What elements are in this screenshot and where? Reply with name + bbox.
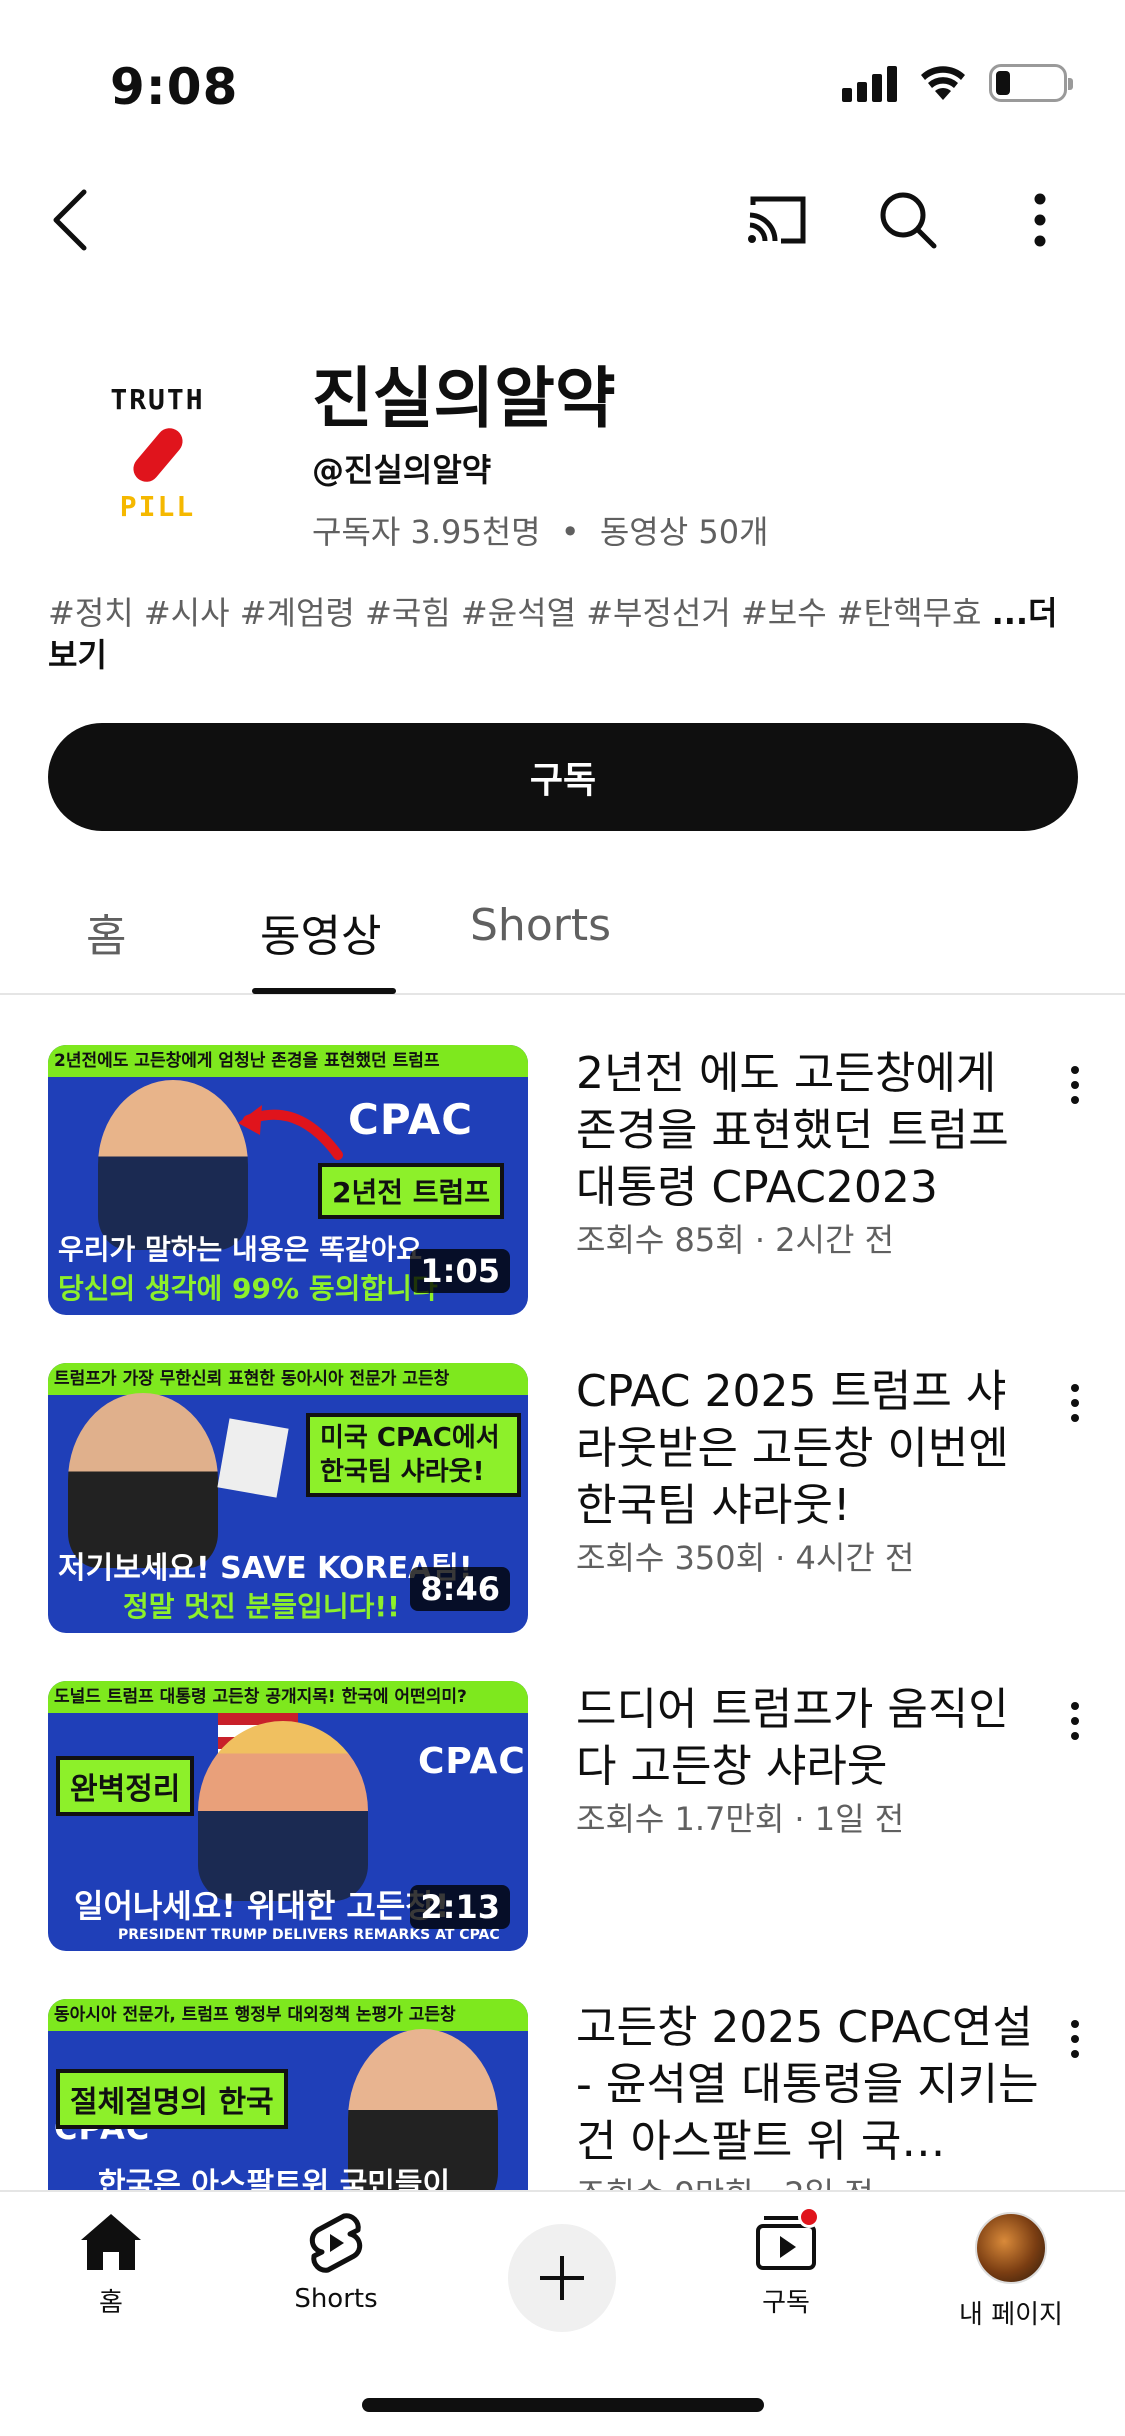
status-icons xyxy=(842,64,1073,102)
more-options-button[interactable] xyxy=(1000,180,1080,260)
video-thumbnail[interactable]: 2년전에도 고든창에게 엄청난 존경을 표현했던 트럼프 CPAC 2년전 트럼… xyxy=(48,1045,528,1315)
more-link[interactable]: ...더 xyxy=(992,594,1058,632)
shorts-icon xyxy=(309,2213,363,2273)
cast-icon xyxy=(748,196,806,244)
video-title[interactable]: CPAC 2025 트럼프 샤라웃받은 고든창 이번엔 한국팀 샤라웃! xyxy=(576,1363,1046,1534)
pill-icon xyxy=(127,422,188,487)
nav-my-page[interactable]: 내 페이지 xyxy=(921,2212,1101,2331)
video-meta: 조회수 9만회 · 2일 전 xyxy=(576,2169,874,2190)
channel-header: TRUTH PILL 진실의알약 @진실의알약 구독자 3.95천명 • 동영상… xyxy=(0,335,1125,565)
video-item[interactable]: 도널드 트럼프 대통령 고든창 공개지목! 한국에 어떤의미? CPAC 완벽정… xyxy=(0,1681,1125,1981)
cast-button[interactable] xyxy=(737,180,817,260)
wifi-icon xyxy=(921,66,965,100)
thumbnail-person xyxy=(98,1080,248,1250)
subscribe-button[interactable]: 구독 xyxy=(48,723,1078,831)
thumbnail-banner: 동아시아 전문가, 트럼프 행정부 대외정책 논평가 고든창 xyxy=(48,1999,528,2031)
thumbnail-caption: 정말 멋진 분들입니다!! xyxy=(123,1590,400,1623)
video-more-button[interactable] xyxy=(1055,1373,1095,1433)
status-time: 9:08 xyxy=(110,58,239,116)
video-meta: 조회수 85회 · 2시간 전 xyxy=(576,1221,895,1259)
more-link-continued[interactable]: 보기 xyxy=(48,636,107,674)
video-title[interactable]: 드디어 트럼프가 움직인다 고든창 샤라웃 xyxy=(576,1681,1046,1795)
video-count: 동영상 50개 xyxy=(599,513,769,551)
tab-home[interactable]: 홈 xyxy=(86,900,126,964)
status-bar: 9:08 xyxy=(0,0,1125,150)
video-more-button[interactable] xyxy=(1055,1691,1095,1751)
video-more-button[interactable] xyxy=(1055,2009,1095,2069)
thumbnail-label: 미국 CPAC에서 한국팀 샤라웃! xyxy=(306,1413,521,1497)
nav-label: 구독 xyxy=(762,2288,810,2318)
thumbnail-label: 완벽정리 xyxy=(56,1756,195,1816)
video-item[interactable]: 동아시아 전문가, 트럼프 행정부 대외정책 논평가 고든창 CPAC 절체절명… xyxy=(0,1999,1125,2190)
channel-stats: 구독자 3.95천명 • 동영상 50개 xyxy=(312,507,769,553)
notification-dot xyxy=(798,2206,820,2228)
back-button[interactable] xyxy=(30,180,110,260)
channel-tabs: 홈 동영상 Shorts xyxy=(0,880,1125,995)
video-thumbnail[interactable]: 트럼프가 가장 무한신뢰 표현한 동아시아 전문가 고든창 미국 CPAC에서 … xyxy=(48,1363,528,1633)
home-indicator xyxy=(362,2398,764,2412)
nav-label: 내 페이지 xyxy=(959,2300,1063,2330)
video-more-button[interactable] xyxy=(1055,1055,1095,1115)
top-app-bar xyxy=(0,170,1125,270)
battery-icon xyxy=(989,64,1073,102)
video-meta: 조회수 350회 · 4시간 전 xyxy=(576,1539,915,1577)
nav-shorts[interactable]: Shorts xyxy=(246,2212,426,2314)
thumbnail-person xyxy=(198,1721,368,1901)
nav-label: Shorts xyxy=(294,2284,378,2314)
search-button[interactable] xyxy=(868,180,948,260)
thumbnail-logo-text: CPAC xyxy=(418,1741,526,1782)
thumbnail-paper xyxy=(217,1418,289,1498)
thumbnail-caption: 당신의 생각에 99% 동의합니다 xyxy=(58,1272,438,1305)
video-duration: 2:13 xyxy=(410,1885,510,1929)
cellular-signal-icon xyxy=(842,64,897,102)
video-title[interactable]: 2년전 에도 고든창에게 존경을 표현했던 트럼프 대통령 CPAC2023 xyxy=(576,1045,1046,1216)
thumbnail-label: 절체절명의 한국 xyxy=(56,2069,288,2129)
thumbnail-banner: 도널드 트럼프 대통령 고든창 공개지목! 한국에 어떤의미? xyxy=(48,1681,528,1713)
nav-label: 홈 xyxy=(99,2288,123,2318)
more-vertical-icon xyxy=(1034,193,1046,247)
tab-videos[interactable]: 동영상 xyxy=(260,900,381,964)
thumbnail-banner: 트럼프가 가장 무한신뢰 표현한 동아시아 전문가 고든창 xyxy=(48,1363,528,1395)
channel-avatar[interactable]: TRUTH PILL xyxy=(70,365,245,540)
tab-shorts[interactable]: Shorts xyxy=(470,900,611,951)
thumbnail-caption: 우리가 말하는 내용은 똑같아요 xyxy=(58,1233,423,1266)
nav-home[interactable]: 홈 xyxy=(21,2212,201,2319)
plus-icon xyxy=(540,2256,584,2300)
video-duration: 1:05 xyxy=(410,1249,510,1293)
nav-subscriptions[interactable]: 구독 xyxy=(696,2206,876,2319)
avatar xyxy=(975,2212,1047,2284)
logo-text-top: TRUTH xyxy=(110,382,205,416)
video-thumbnail[interactable]: 동아시아 전문가, 트럼프 행정부 대외정책 논평가 고든창 CPAC 절체절명… xyxy=(48,1999,528,2190)
channel-description[interactable]: #정치 #시사 #계엄령 #국힘 #윤석열 #부정선거 #보수 #탄핵무효 ..… xyxy=(48,592,1078,676)
search-icon xyxy=(880,192,937,249)
thumbnail-logo-text: CPAC xyxy=(348,1095,474,1144)
video-duration: 8:46 xyxy=(410,1567,510,1611)
video-item[interactable]: 트럼프가 가장 무한신뢰 표현한 동아시아 전문가 고든창 미국 CPAC에서 … xyxy=(0,1363,1125,1663)
arrow-icon xyxy=(238,1105,343,1160)
subscriber-count: 구독자 3.95천명 xyxy=(312,513,541,551)
video-title[interactable]: 고든창 2025 CPAC연설 - 윤석열 대통령을 지키는건 아스팔트 위 국… xyxy=(576,1999,1046,2170)
home-icon xyxy=(81,2214,141,2270)
separator-dot: • xyxy=(560,513,580,551)
video-meta: 조회수 1.7만회 · 1일 전 xyxy=(576,1800,905,1838)
thumbnail-caption: 일어나세요! 위대한 고든창! xyxy=(74,1887,450,1925)
thumbnail-person xyxy=(68,1393,218,1568)
channel-handle: @진실의알약 xyxy=(312,451,492,489)
thumbnail-banner: 2년전에도 고든창에게 엄청난 존경을 표현했던 트럼프 xyxy=(48,1045,528,1077)
description-text: #정치 #시사 #계엄령 #국힘 #윤석열 #부정선거 #보수 #탄핵무효 xyxy=(48,594,992,632)
create-button[interactable] xyxy=(508,2224,616,2332)
chevron-left-icon xyxy=(53,189,87,251)
video-list: 2년전에도 고든창에게 엄청난 존경을 표현했던 트럼프 CPAC 2년전 트럼… xyxy=(0,1045,1125,2190)
thumbnail-caption: 한국은 아스팔트위 국민들이 xyxy=(98,2167,451,2190)
logo-text-bottom: PILL xyxy=(119,489,196,523)
channel-name: 진실의알약 xyxy=(312,360,616,437)
video-item[interactable]: 2년전에도 고든창에게 엄청난 존경을 표현했던 트럼프 CPAC 2년전 트럼… xyxy=(0,1045,1125,1345)
video-thumbnail[interactable]: 도널드 트럼프 대통령 고든창 공개지목! 한국에 어떤의미? CPAC 완벽정… xyxy=(48,1681,528,1951)
active-tab-indicator xyxy=(252,988,396,994)
thumbnail-label: 2년전 트럼프 xyxy=(318,1163,505,1219)
thumbnail-caption: PRESIDENT TRUMP DELIVERS REMARKS AT CPAC xyxy=(118,1927,500,1943)
